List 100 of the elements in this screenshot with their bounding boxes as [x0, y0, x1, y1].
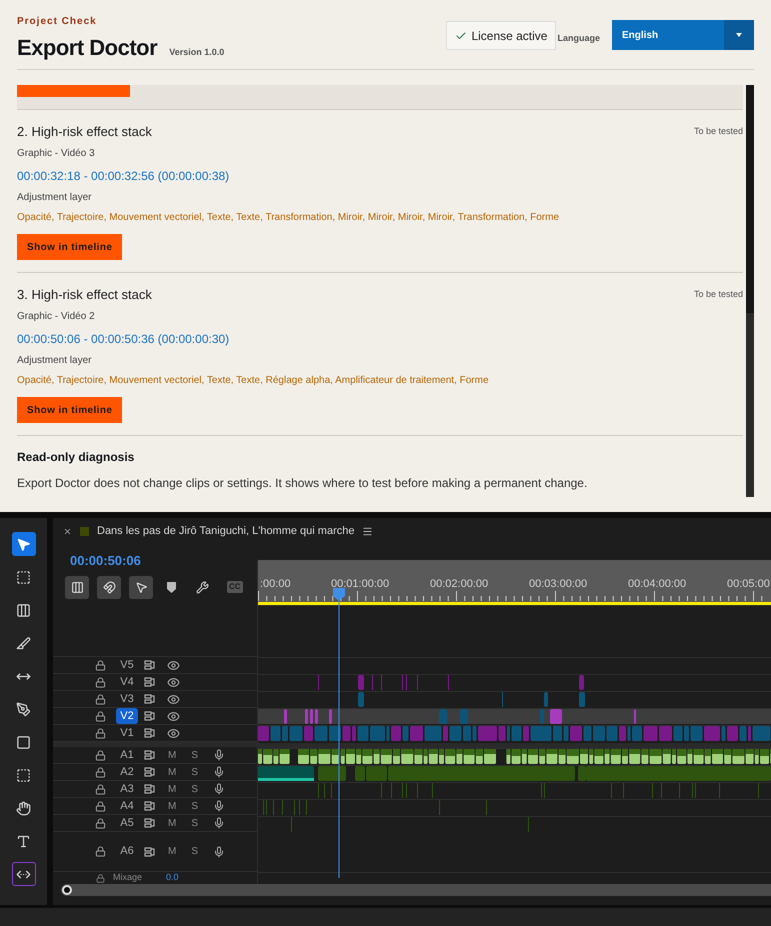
- sequence-color-swatch: [80, 526, 89, 536]
- lock-icon[interactable]: [95, 750, 106, 760]
- track-label[interactable]: A1: [116, 746, 138, 764]
- eye-icon[interactable]: [167, 676, 180, 688]
- track-label[interactable]: V5: [116, 656, 138, 674]
- solo-toggle[interactable]: S: [191, 782, 198, 796]
- pointer-icon: [16, 536, 32, 552]
- marker-icon[interactable]: [167, 582, 176, 592]
- solo-toggle[interactable]: S: [191, 764, 198, 780]
- mix-value[interactable]: 0.0: [166, 871, 179, 885]
- mute-toggle[interactable]: M: [168, 764, 176, 780]
- nest-toggle-button[interactable]: [65, 576, 89, 598]
- track-label[interactable]: V1: [116, 724, 138, 742]
- lock-icon[interactable]: [95, 784, 106, 794]
- issue-title: 2. High-risk effect stack: [17, 123, 152, 141]
- mic-icon[interactable]: [213, 766, 226, 778]
- mic-icon[interactable]: [213, 817, 226, 829]
- snap-button[interactable]: [97, 576, 121, 598]
- mix-label: Mixage: [113, 871, 142, 884]
- issue-timecode: 00:00:32:18 - 00:00:32:56 (00:00:00:38): [17, 168, 230, 184]
- lock-icon[interactable]: [95, 800, 106, 812]
- mic-icon[interactable]: [213, 783, 226, 795]
- lock-icon[interactable]: [95, 710, 106, 722]
- horizontal-scrollbar[interactable]: [61, 884, 771, 896]
- track-label[interactable]: A3: [116, 780, 138, 798]
- scrollbar[interactable]: [746, 85, 754, 497]
- track-label[interactable]: A6: [116, 843, 138, 860]
- track-label[interactable]: A2: [116, 764, 138, 780]
- mute-toggle[interactable]: M: [168, 844, 176, 859]
- show-in-timeline-button[interactable]: Show in timeline: [17, 397, 122, 423]
- mute-toggle[interactable]: M: [168, 748, 176, 762]
- lock-icon[interactable]: [95, 818, 106, 828]
- language-select[interactable]: English: [612, 20, 754, 50]
- check-icon: [455, 30, 468, 42]
- solo-toggle[interactable]: S: [191, 748, 198, 762]
- eye-icon[interactable]: [167, 658, 180, 672]
- ruler-label: 00:02:00:00: [430, 577, 488, 592]
- issue-effects: Opacité, Trajectoire, Mouvement vectoriel, Texte, Texte, Transformation, Miroir, Miroir, Miroir, Miroir, Transformation, Forme: [17, 210, 560, 224]
- eyebrow-label: Project Check: [17, 15, 98, 29]
- wrench-icon[interactable]: [196, 580, 209, 594]
- solo-toggle[interactable]: S: [191, 798, 198, 814]
- show-in-timeline-button[interactable]: Show in timeline: [17, 234, 122, 260]
- linked-selection-button[interactable]: [129, 576, 153, 598]
- lock-icon[interactable]: [95, 676, 106, 688]
- tool-button[interactable]: [12, 532, 36, 556]
- eye-icon[interactable]: [167, 726, 180, 740]
- issue-effects: Opacité, Trajectoire, Mouvement vectoriel, Texte, Texte, Réglage alpha, Amplificateur de traitement, Forme: [17, 374, 490, 388]
- lock-icon[interactable]: [95, 660, 106, 670]
- eye-icon[interactable]: [167, 692, 180, 706]
- track-label[interactable]: A5: [116, 814, 138, 832]
- pointer-icon: [134, 580, 148, 594]
- ruler-label: 00:04:00:00: [628, 577, 686, 592]
- sequence-title[interactable]: Dans les pas de Jirô Taniguchi, L'homme qui marche: [97, 522, 354, 540]
- solo-toggle[interactable]: S: [191, 816, 198, 830]
- menu-icon[interactable]: [362, 526, 374, 536]
- hand-icon: [16, 800, 32, 816]
- text-tool-icon: [16, 834, 32, 848]
- track-label[interactable]: V4: [116, 674, 138, 690]
- issue-source: Graphic - Vidéo 3: [17, 146, 96, 160]
- mic-icon[interactable]: [213, 800, 226, 812]
- ruler-label: 00:01:00:00: [331, 577, 390, 592]
- lock-icon[interactable]: [95, 846, 106, 857]
- mute-toggle[interactable]: M: [168, 816, 176, 830]
- blade-icon: [16, 636, 32, 650]
- issue-title: 3. High-risk effect stack: [17, 286, 152, 304]
- ruler-label: 00:03:00:00: [529, 577, 588, 592]
- issue-status: To be tested: [694, 125, 743, 138]
- solo-toggle[interactable]: S: [191, 844, 198, 859]
- issue-layer: Adjustment layer: [17, 190, 92, 204]
- close-icon[interactable]: [63, 526, 72, 536]
- track-label[interactable]: A4: [116, 798, 138, 814]
- timecode[interactable]: 00:00:50:06: [70, 551, 257, 570]
- caret-icon: [736, 33, 742, 37]
- track-label[interactable]: V2: [116, 708, 138, 724]
- eye-icon[interactable]: [167, 710, 180, 722]
- mute-toggle[interactable]: M: [168, 782, 176, 796]
- split-edge-icon: [16, 602, 32, 618]
- lock-icon[interactable]: [95, 694, 106, 704]
- language-label: Language: [557, 32, 600, 45]
- pen-icon: [16, 702, 32, 716]
- mic-icon[interactable]: [213, 749, 226, 761]
- mute-toggle[interactable]: M: [168, 798, 176, 814]
- lock-icon[interactable]: [95, 728, 106, 738]
- issue-status: To be tested: [694, 288, 743, 301]
- track-label[interactable]: V3: [116, 690, 138, 708]
- magnet-icon: [102, 580, 116, 594]
- dashed-select-icon: [16, 768, 32, 782]
- playhead-marker[interactable]: [333, 588, 345, 878]
- version-label: Version 1.0.0: [169, 46, 224, 59]
- lock-icon[interactable]: [95, 766, 106, 778]
- lock-icon[interactable]: [96, 874, 105, 882]
- time-ruler[interactable]: :00:00 00:01:00:00 00:02:00:00 00:03:00:00 00:04:00:00 00:05:00: [258, 560, 771, 605]
- issue-source: Graphic - Vidéo 2: [17, 310, 96, 324]
- diagnosis-title: Read-only diagnosis: [17, 449, 136, 466]
- mic-icon[interactable]: [213, 846, 226, 858]
- app-title: Export Doctor: [17, 34, 158, 62]
- issue-layer: Adjustment layer: [17, 354, 92, 368]
- tool-button[interactable]: [12, 862, 36, 886]
- license-text: License active: [471, 28, 548, 44]
- split-icon: [70, 580, 84, 594]
